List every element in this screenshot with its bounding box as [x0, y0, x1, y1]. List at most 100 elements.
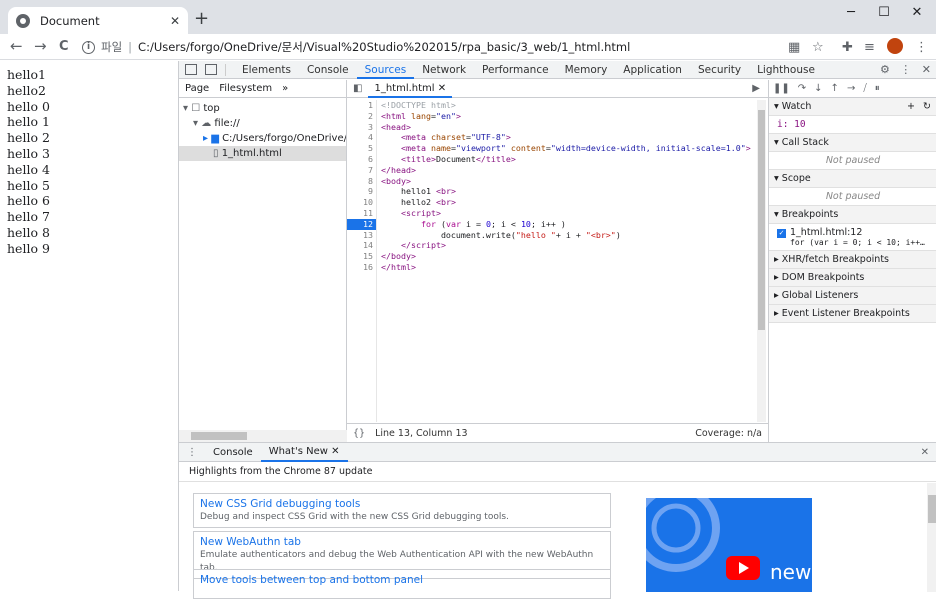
star-icon[interactable]: ☆: [812, 40, 824, 55]
close-tab-icon[interactable]: ✕: [170, 14, 180, 28]
video-label: new: [770, 560, 812, 584]
breakpoints-header[interactable]: ▾ Breakpoints: [769, 206, 936, 224]
line-number[interactable]: 11: [347, 208, 376, 219]
devtools-tab-network[interactable]: Network: [414, 61, 474, 79]
feature-card-title[interactable]: New CSS Grid debugging tools: [200, 497, 604, 511]
back-button[interactable]: ←: [10, 37, 23, 55]
reload-button[interactable]: C: [59, 39, 69, 54]
global-listeners-header[interactable]: ▸ Global Listeners: [769, 287, 936, 305]
toggle-debugger-icon[interactable]: ▶: [752, 83, 768, 94]
event-listener-breakpoints-header[interactable]: ▸ Event Listener Breakpoints: [769, 305, 936, 323]
page-text-line: hello 6: [7, 193, 50, 209]
tree-item[interactable]: ▾ ☐ top: [179, 101, 346, 116]
breakpoint-item[interactable]: ✓ 1_html.html:12 for (var i = 0; i < 10; …: [769, 224, 936, 251]
devtools-tab-application[interactable]: Application: [615, 61, 690, 79]
page-text-line: hello 8: [7, 224, 50, 240]
toggle-navigator-icon[interactable]: ◧: [347, 83, 368, 94]
page-text-line: hello 1: [7, 114, 50, 130]
devtools-controls: ⚙ ⋮ ✕: [879, 63, 931, 76]
line-number[interactable]: 8: [347, 176, 376, 187]
drawer-menu-icon[interactable]: ⋮: [179, 447, 205, 458]
pause-icon[interactable]: ❚❚: [773, 83, 790, 94]
devtools-tab-performance[interactable]: Performance: [474, 61, 557, 79]
inspect-icon[interactable]: [185, 64, 197, 75]
address-bar[interactable]: i 파일 | C:/Users/forgo/OneDrive/문서/Visual…: [82, 36, 830, 58]
line-gutter[interactable]: 1 2 3 4 5 6 7 8 9 10 11 12 13 14 15 16: [347, 100, 377, 422]
close-window-button[interactable]: ✕: [902, 5, 932, 21]
step-into-icon[interactable]: ↓: [814, 83, 822, 94]
devtools-tab-sources[interactable]: Sources: [356, 61, 415, 79]
close-drawer-icon[interactable]: ✕: [921, 447, 936, 458]
navigator-tab[interactable]: »: [282, 83, 288, 94]
line-number[interactable]: 5: [347, 143, 376, 154]
line-number[interactable]: 10: [347, 197, 376, 208]
video-thumbnail[interactable]: new: [646, 498, 812, 592]
line-number[interactable]: 2: [347, 111, 376, 122]
drawer-tab-whats-new[interactable]: What's New ✕: [260, 443, 348, 462]
translate-icon[interactable]: ▦: [788, 40, 800, 55]
step-out-icon[interactable]: ↑: [831, 83, 839, 94]
line-number[interactable]: 14: [347, 240, 376, 251]
tree-item[interactable]: ▯ 1_html.html: [179, 146, 346, 161]
tree-item[interactable]: ▾ ☁ file://: [179, 116, 346, 131]
menu-icon[interactable]: ⋮: [915, 40, 928, 55]
line-number[interactable]: 6: [347, 154, 376, 165]
devtools-tab-elements[interactable]: Elements: [234, 61, 299, 79]
feature-card-title[interactable]: Move tools between top and bottom panel: [200, 573, 604, 587]
drawer-scrollbar[interactable]: [927, 483, 936, 592]
line-number[interactable]: 16: [347, 262, 376, 273]
avatar[interactable]: [887, 38, 903, 54]
line-number[interactable]: 3: [347, 122, 376, 133]
forward-button[interactable]: →: [34, 37, 47, 55]
navigator-pane: Page Filesystem » ▾ ☐ top ▾ ☁ file://▸ ▆ C:…: [179, 80, 347, 442]
extensions-icon[interactable]: ✚: [842, 40, 853, 55]
feature-card-title[interactable]: New WebAuthn tab: [200, 535, 604, 549]
feature-card[interactable]: Move tools between top and bottom panel: [193, 569, 611, 599]
new-tab-button[interactable]: +: [194, 9, 209, 29]
devtools-panel: Elements Console Sources Network Performance…: [178, 61, 936, 599]
breakpoint-checkbox[interactable]: ✓: [777, 229, 786, 238]
step-icon[interactable]: →: [847, 83, 855, 94]
pause-on-exceptions-icon[interactable]: ⏸: [875, 83, 880, 94]
feature-card[interactable]: New CSS Grid debugging tools Debug and i…: [193, 493, 611, 528]
pretty-print-icon[interactable]: {}: [353, 428, 365, 439]
devtools-tab-console[interactable]: Console: [299, 61, 357, 79]
maximize-button[interactable]: ☐: [869, 5, 899, 21]
reading-list-icon[interactable]: ≡: [864, 40, 875, 55]
scope-header[interactable]: ▾ Scope: [769, 170, 936, 188]
tree-item[interactable]: ▸ ▆ C:/Users/forgo/OneDrive/%EB%: [179, 131, 346, 146]
call-stack-header[interactable]: ▾ Call Stack: [769, 134, 936, 152]
dom-breakpoints-header[interactable]: ▸ DOM Breakpoints: [769, 269, 936, 287]
watch-section-header[interactable]: ▾ Watch + ↻: [769, 98, 936, 116]
feature-card-desc: Debug and inspect CSS Grid with the new …: [200, 512, 509, 522]
line-number[interactable]: 15: [347, 251, 376, 262]
devtools-tab-lighthouse[interactable]: Lighthouse: [749, 61, 823, 79]
line-number[interactable]: 7: [347, 165, 376, 176]
navigator-scrollbar[interactable]: [179, 430, 347, 442]
line-number[interactable]: 9: [347, 186, 376, 197]
xhr-breakpoints-header[interactable]: ▸ XHR/fetch Breakpoints: [769, 251, 936, 269]
navigator-tab[interactable]: Filesystem: [219, 83, 272, 94]
devtools-tab-memory[interactable]: Memory: [557, 61, 616, 79]
devtools-tab-security[interactable]: Security: [690, 61, 749, 79]
step-over-icon[interactable]: ↷: [798, 83, 806, 94]
device-toolbar-icon[interactable]: [205, 64, 217, 75]
browser-tab[interactable]: Document ✕: [8, 7, 188, 34]
deactivate-breakpoints-icon[interactable]: ⧸: [863, 83, 866, 94]
info-icon[interactable]: i: [82, 40, 95, 54]
drawer-tab-whats-new-label: What's New: [268, 445, 328, 457]
watch-value[interactable]: i: 10: [769, 116, 936, 134]
line-number[interactable]: 4: [347, 132, 376, 143]
editor-file-tab[interactable]: 1_html.html ✕: [368, 80, 453, 98]
breakpoint-marker[interactable]: 12: [347, 218, 376, 230]
line-number[interactable]: 1: [347, 100, 376, 111]
line-number[interactable]: 13: [347, 230, 376, 241]
editor-scrollbar[interactable]: [757, 100, 766, 422]
page-text-line: hello 0: [7, 98, 50, 114]
code-area[interactable]: 1 2 3 4 5 6 7 8 9 10 11 12 13 14 15 16 <!DOCTYPE html> …: [347, 100, 768, 422]
minimize-button[interactable]: ─: [836, 5, 866, 21]
add-watch-icon[interactable]: +: [907, 98, 915, 116]
navigator-tab[interactable]: Page: [185, 83, 209, 94]
drawer-tab-console[interactable]: Console: [205, 447, 261, 458]
refresh-watch-icon[interactable]: ↻: [923, 98, 931, 116]
